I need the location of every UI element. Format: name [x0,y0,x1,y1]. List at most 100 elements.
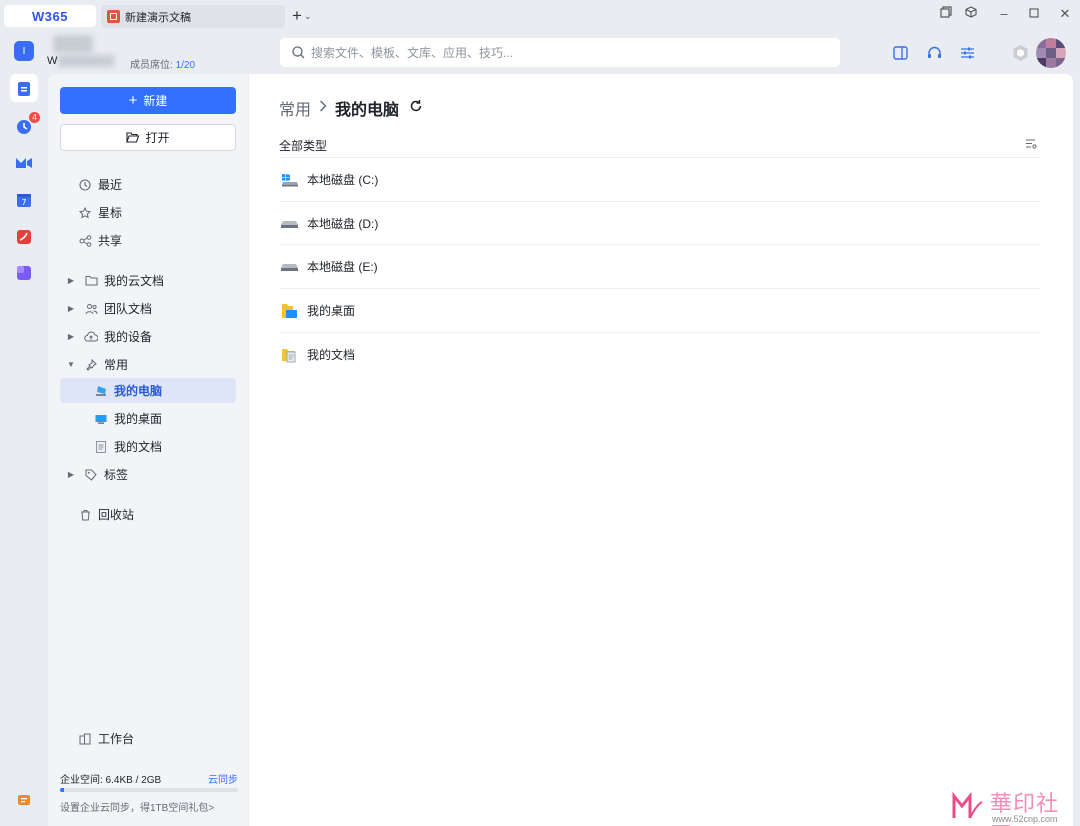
sidebar-item-shared[interactable]: 共享 [60,228,236,253]
system-drive-icon [279,170,299,190]
computer-icon [94,384,108,398]
file-row-name: 我的桌面 [307,304,356,318]
tab-new-presentation[interactable]: 新建演示文稿 [101,5,285,28]
rail-feedback-icon[interactable] [13,790,35,812]
open-folder-icon [126,132,140,143]
caret-right-icon[interactable]: ▶ [66,304,76,313]
user-avatar[interactable] [1036,38,1066,68]
maximize-icon[interactable] [1025,6,1043,21]
file-row-name: 我的文档 [307,348,356,362]
sidebar-item-my-devices[interactable]: ▶ 我的设备 [60,324,236,349]
chevron-right-icon [319,99,327,117]
desktop-folder-icon [279,301,299,321]
settings-sliders-icon[interactable] [958,44,976,62]
watermark-logo [952,791,983,819]
app-rail: 4 7 [0,32,48,826]
team-avatar[interactable]: I [14,41,34,61]
file-row-name: 本地磁盘 (E:) [307,260,378,274]
sidebar-item-my-desktop[interactable]: 我的桌面 [60,406,236,431]
workbench-icon [78,732,92,746]
rail-apps-icon[interactable] [13,262,35,284]
drive-icon [279,257,299,277]
refresh-icon[interactable] [409,99,423,118]
search-icon [292,46,305,59]
sidebar-item-my-documents[interactable]: 我的文档 [60,434,236,459]
file-row[interactable]: 本地磁盘 (D:) [279,202,1041,245]
rail-pdf-icon[interactable] [13,226,35,248]
main-panel: 常用 我的电脑 全部类型 本地磁盘 (C:) 本地磁盘 (D:) 本地磁盘 (E… [249,74,1073,826]
breadcrumb-item-common[interactable]: 常用 [279,96,311,120]
sidebar-item-label: 我的云文档 [104,274,165,288]
sidebar-item-label: 星标 [98,206,123,220]
folder-icon [84,274,98,288]
rail-meeting-icon[interactable] [13,152,35,174]
rail-schedule-icon[interactable]: 4 [13,112,40,138]
workbench-label: 工作台 [98,732,135,746]
star-icon [78,206,92,220]
cloud-sync-link[interactable]: 云同步 [208,771,238,786]
caret-down-icon[interactable]: ▼ [66,360,76,369]
sidebar-item-label: 我的设备 [104,330,153,344]
file-row[interactable]: 本地磁盘 (C:) [279,158,1041,201]
minimize-icon[interactable]: – [995,6,1013,21]
storage-progress-bar [60,788,238,792]
type-filter[interactable]: 全部类型 [279,137,327,154]
tag-icon [84,468,98,482]
support-headset-icon[interactable] [925,44,943,62]
seats-value[interactable]: 1/20 [176,60,195,71]
sidebar-item-recent[interactable]: 最近 [60,172,236,197]
close-icon[interactable]: ✕ [1056,6,1074,22]
caret-right-icon[interactable]: ▶ [66,470,76,479]
file-row[interactable]: 我的桌面 [279,289,1041,332]
sidebar-item-label: 我的电脑 [114,384,163,398]
clock-icon [78,178,92,192]
storage-upgrade-tip[interactable]: 设置企业云同步，得1TB空间礼包> [60,799,214,814]
sidebar-item-label: 常用 [104,358,129,372]
rail-documents-icon[interactable] [13,78,35,100]
title-bar: W365 新建演示文稿 + ⌄ – ✕ [0,0,1080,32]
new-tab-button[interactable]: + ⌄ [292,6,311,26]
sidebar-item-label: 回收站 [98,508,135,522]
drive-icon [279,214,299,234]
sidebar-item-common[interactable]: ▼ 常用 [60,352,236,377]
membership-hexagon-icon[interactable] [1011,44,1029,62]
caret-right-icon[interactable]: ▶ [66,332,76,341]
sidebar: + 新建 打开 最近 星标 共享 ▶ 我的云文档 ▶ 团队文档 ▶ 我的设备 ▼… [48,74,248,826]
search-bar[interactable] [280,38,840,67]
breadcrumb-item-current: 我的电脑 [335,102,400,119]
document-icon [94,440,108,454]
panel-toggle-icon[interactable] [891,44,909,62]
member-seats: 成员席位: 1/20 [130,56,195,71]
sidebar-item-cloud-docs[interactable]: ▶ 我的云文档 [60,268,236,293]
sort-settings-icon[interactable] [1025,138,1037,152]
sidebar-item-trash[interactable]: 回收站 [60,502,236,527]
team-icon [84,302,98,316]
seats-label: 成员席位: [130,60,173,71]
rail-calendar-icon[interactable]: 7 [13,189,35,211]
sidebar-item-starred[interactable]: 星标 [60,200,236,225]
team-name[interactable]: W [47,55,57,67]
file-row[interactable]: 我的文档 [279,333,1041,376]
window-restore-icon[interactable] [937,6,955,21]
sidebar-item-label: 最近 [98,178,123,192]
window-edge [1073,74,1080,826]
sidebar-item-label: 团队文档 [104,302,153,316]
file-row[interactable]: 本地磁盘 (E:) [279,245,1041,288]
sidebar-item-team-docs[interactable]: ▶ 团队文档 [60,296,236,321]
documents-folder-icon [279,345,299,365]
workbench-link[interactable]: 工作台 [60,726,236,751]
sidebar-item-my-computer[interactable]: 我的电脑 [60,378,236,403]
sidebar-item-tags[interactable]: ▶ 标签 [60,462,236,487]
new-button-label: 新建 [143,94,168,108]
caret-right-icon[interactable]: ▶ [66,276,76,285]
pin-icon [84,358,98,372]
trash-icon [78,508,92,522]
sidebar-item-label: 共享 [98,234,123,248]
app-logo-tab[interactable]: W365 [4,5,96,27]
cube-icon[interactable] [962,6,980,21]
open-button[interactable]: 打开 [60,124,236,151]
search-input[interactable] [311,45,811,60]
plus-icon: + [128,92,138,109]
redacted-block [58,55,114,67]
new-button[interactable]: + 新建 [60,87,236,114]
